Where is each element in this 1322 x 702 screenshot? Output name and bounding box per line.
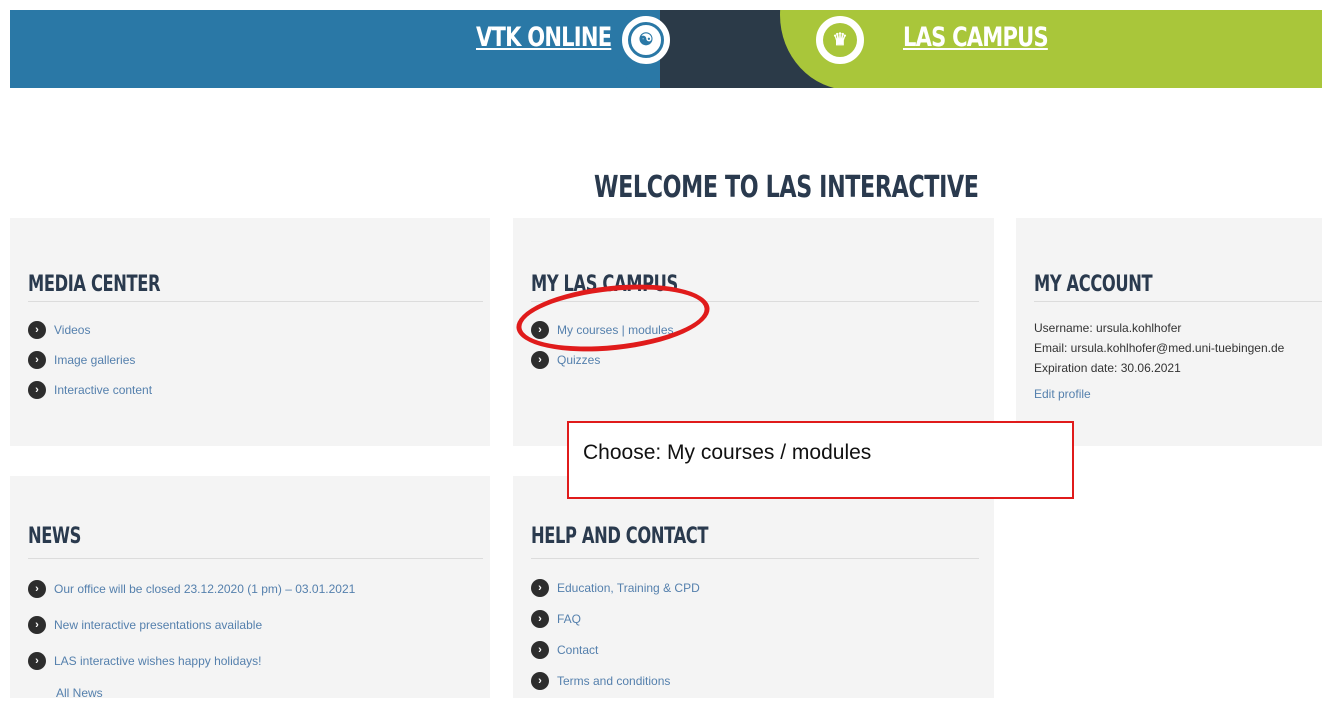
chevron-right-icon: › (531, 640, 549, 659)
instruction-text: Choose: My courses / modules (583, 441, 872, 464)
link-label[interactable]: Contact (557, 643, 598, 657)
media-center-title: MEDIA CENTER (28, 272, 161, 297)
news-item-office-closed[interactable]: › Our office will be closed 23.12.2020 (… (28, 571, 355, 607)
chevron-right-icon: › (531, 671, 549, 690)
media-link-videos[interactable]: › Videos (28, 315, 152, 345)
help-link-contact[interactable]: › Contact (531, 634, 700, 665)
account-username: Username: ursula.kohlhofer (1034, 321, 1182, 335)
link-label[interactable]: Our office will be closed 23.12.2020 (1 … (54, 582, 355, 596)
help-link-faq[interactable]: › FAQ (531, 603, 700, 634)
vtk-online-logo-icon[interactable]: ☯ (622, 16, 670, 64)
news-title: NEWS (28, 524, 81, 549)
link-label[interactable]: Quizzes (557, 353, 600, 367)
link-label[interactable]: LAS interactive wishes happy holidays! (54, 654, 261, 668)
my-account-card: MY ACCOUNT Username: ursula.kohlhofer Em… (1016, 218, 1322, 446)
media-center-divider (28, 301, 483, 302)
help-contact-links: › Education, Training & CPD › FAQ › Cont… (531, 572, 700, 696)
help-contact-divider (531, 558, 979, 559)
las-campus-link[interactable]: LAS CAMPUS (903, 22, 1049, 53)
my-account-divider (1034, 301, 1322, 302)
graduation-cap-icon: ♛ (823, 23, 857, 57)
link-label[interactable]: Videos (54, 323, 90, 337)
vtk-online-link[interactable]: VTK ONLINE (476, 22, 612, 53)
link-label[interactable]: Terms and conditions (557, 674, 670, 688)
media-link-image-galleries[interactable]: › Image galleries (28, 345, 152, 375)
chevron-right-icon: › (531, 578, 549, 597)
pill-icon: ☯ (628, 22, 664, 58)
las-campus-logo-icon[interactable]: ♛ (816, 16, 864, 64)
news-item-new-presentations[interactable]: › New interactive presentations availabl… (28, 607, 355, 643)
account-expiration: Expiration date: 30.06.2021 (1034, 361, 1181, 375)
help-contact-card: HELP AND CONTACT › Education, Training &… (513, 476, 994, 698)
help-link-education[interactable]: › Education, Training & CPD (531, 572, 700, 603)
news-links: › Our office will be closed 23.12.2020 (… (28, 571, 355, 679)
media-center-card: MEDIA CENTER › Videos › Image galleries … (10, 218, 490, 446)
news-divider (28, 558, 483, 559)
header-banner: VTK ONLINE ☯ ♛ LAS CAMPUS (10, 10, 1322, 88)
account-email: Email: ursula.kohlhofer@med.uni-tuebinge… (1034, 341, 1285, 355)
news-item-happy-holidays[interactable]: › LAS interactive wishes happy holidays! (28, 643, 355, 679)
chevron-right-icon: › (531, 351, 549, 369)
link-label[interactable]: Image galleries (54, 353, 135, 367)
link-label[interactable]: Education, Training & CPD (557, 581, 700, 595)
chevron-right-icon: › (28, 652, 46, 670)
link-label[interactable]: Interactive content (54, 383, 152, 397)
link-label[interactable]: FAQ (557, 612, 581, 626)
chevron-right-icon: › (28, 580, 46, 598)
edit-profile-link[interactable]: Edit profile (1034, 387, 1091, 401)
link-label[interactable]: New interactive presentations available (54, 618, 262, 632)
media-center-links: › Videos › Image galleries › Interactive… (28, 315, 152, 405)
my-account-title: MY ACCOUNT (1034, 272, 1153, 297)
chevron-right-icon: › (28, 321, 46, 339)
news-card: NEWS › Our office will be closed 23.12.2… (10, 476, 490, 700)
chevron-right-icon: › (531, 609, 549, 628)
chevron-right-icon: › (28, 381, 46, 399)
media-link-interactive-content[interactable]: › Interactive content (28, 375, 152, 405)
help-link-terms[interactable]: › Terms and conditions (531, 665, 700, 696)
page-title: WELCOME TO LAS INTERACTIVE (594, 170, 979, 205)
chevron-right-icon: › (28, 351, 46, 369)
instruction-callout: Choose: My courses / modules (567, 421, 1074, 499)
chevron-right-icon: › (28, 616, 46, 634)
help-contact-title: HELP AND CONTACT (531, 524, 709, 549)
account-details: Username: ursula.kohlhofer Email: ursula… (1034, 318, 1284, 404)
